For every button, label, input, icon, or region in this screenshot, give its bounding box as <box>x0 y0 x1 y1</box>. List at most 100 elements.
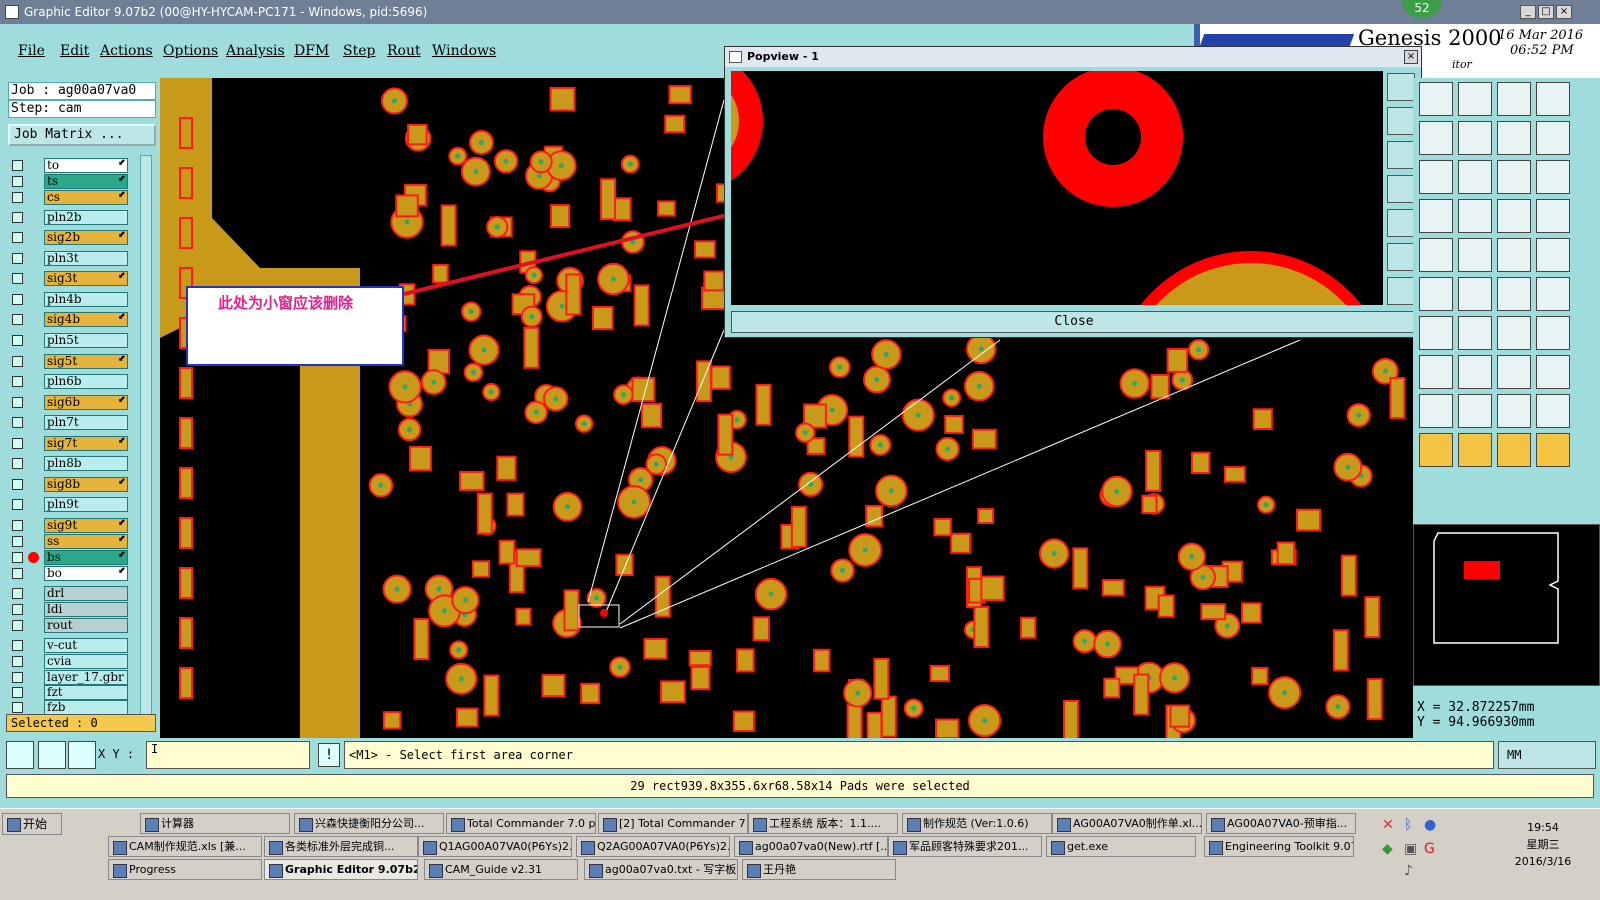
layer-name[interactable]: pln4b <box>44 292 128 307</box>
layer-affected-icon[interactable]: ⬋ <box>118 158 128 168</box>
layer-row-sig9t[interactable]: sig9t ⬋ <box>10 518 130 533</box>
layer-row-rout[interactable]: rout <box>10 618 130 633</box>
tool-split-icon[interactable] <box>1536 316 1570 350</box>
taskbar-item[interactable]: [2] Total Commander 7.... <box>598 813 748 834</box>
tool-cross-icon[interactable] <box>1458 277 1492 311</box>
layer-name[interactable]: ldi <box>44 602 128 617</box>
bluetooth-icon[interactable]: ᛒ <box>1404 817 1412 833</box>
tray-x-icon[interactable]: ✕ <box>1382 817 1394 833</box>
taskbar-item[interactable]: 计算器 <box>140 813 290 834</box>
layer-checkbox[interactable] <box>12 397 23 408</box>
taskbar-item[interactable]: Graphic Editor 9.07b2 ... <box>264 859 418 880</box>
layer-name[interactable]: pln5t <box>44 333 128 348</box>
layer-affected-icon[interactable]: ⬋ <box>118 174 128 184</box>
layer-checkbox[interactable] <box>12 212 23 223</box>
tool-chamfer-icon[interactable] <box>1536 394 1570 428</box>
minimize-icon[interactable]: _ <box>1520 5 1536 19</box>
layer-name[interactable]: sig6b <box>44 395 128 410</box>
taskbar-item[interactable]: Engineering Toolkit 9.07... <box>1204 836 1354 857</box>
taskbar-item[interactable]: CAM_Guide v2.31 <box>424 859 578 880</box>
layer-row-sig5t[interactable]: sig5t ⬋ <box>10 354 130 369</box>
layer-affected-icon[interactable]: ⬋ <box>118 534 128 544</box>
popview-expand-icon[interactable] <box>1387 243 1415 271</box>
taskbar-item[interactable]: Q2AG00A07VA0(P6Ys)2... <box>576 836 730 857</box>
layer-row-bs[interactable]: bs ⬋ <box>10 550 130 565</box>
layer-row-sig2b[interactable]: sig2b ⬋ <box>10 230 130 245</box>
layer-checkbox[interactable] <box>12 356 23 367</box>
layer-checkbox[interactable] <box>12 458 23 469</box>
layer-checkbox[interactable] <box>12 253 23 264</box>
layer-checkbox[interactable] <box>12 687 23 698</box>
taskbar-item[interactable]: Total Commander 7.0 p... <box>446 813 596 834</box>
layer-name[interactable]: pln2b <box>44 210 128 225</box>
minimap[interactable] <box>1413 524 1600 686</box>
tool-node-icon[interactable] <box>1536 277 1570 311</box>
measure-icon[interactable] <box>38 741 66 769</box>
volume-icon[interactable]: ♪ <box>1404 863 1413 879</box>
layer-affected-icon[interactable]: ⬋ <box>118 395 128 405</box>
layer-checkbox[interactable] <box>12 417 23 428</box>
layer-name[interactable]: cvia <box>44 654 128 669</box>
job-matrix-button[interactable]: Job Matrix ... <box>8 124 156 146</box>
tool-move-icon[interactable] <box>1458 160 1492 194</box>
layer-name[interactable]: sig3t <box>44 271 128 286</box>
tool-arc-icon[interactable] <box>1458 316 1492 350</box>
taskbar-item[interactable]: 军品顾客特殊要求201... <box>888 836 1042 857</box>
layer-row-ldi[interactable]: ldi <box>10 602 130 617</box>
layer-row-fzt[interactable]: fzt <box>10 685 130 700</box>
layer-checkbox[interactable] <box>12 232 23 243</box>
layer-row-sig8b[interactable]: sig8b ⬋ <box>10 477 130 492</box>
taskbar-item[interactable]: 兴森快捷衡阳分公司... <box>294 813 444 834</box>
layer-affected-icon[interactable]: ⬋ <box>118 436 128 446</box>
tool-open-icon[interactable] <box>1419 82 1453 116</box>
tool-pointer-add-icon[interactable] <box>1458 433 1492 467</box>
tool-layout-icon[interactable] <box>1536 121 1570 155</box>
layer-name[interactable]: drl <box>44 586 128 601</box>
layer-row-cvia[interactable]: cvia <box>10 654 130 669</box>
layer-name[interactable]: sig2b <box>44 230 128 245</box>
layer-name[interactable]: fzt <box>44 685 128 700</box>
menu-rout[interactable]: Rout <box>387 43 421 59</box>
tool-pointer-sub-icon[interactable] <box>1497 433 1531 467</box>
layer-name[interactable]: pln8b <box>44 456 128 471</box>
tool-link-icon[interactable] <box>1419 277 1453 311</box>
menu-actions[interactable]: Actions <box>100 43 153 59</box>
layer-checkbox[interactable] <box>12 438 23 449</box>
popview-fit-icon[interactable] <box>1387 175 1415 203</box>
layer-checkbox[interactable] <box>12 552 23 563</box>
layer-row-sig6b[interactable]: sig6b ⬋ <box>10 395 130 410</box>
layer-affected-icon[interactable]: ⬋ <box>118 190 128 200</box>
layer-row-layer_17.gbr[interactable]: layer_17.gbr <box>10 670 130 685</box>
layer-checkbox[interactable] <box>12 702 23 713</box>
layer-checkbox[interactable] <box>12 656 23 667</box>
taskbar-item[interactable]: get.exe <box>1046 836 1196 857</box>
layer-row-bo[interactable]: bo ⬋ <box>10 566 130 581</box>
tool-window-icon[interactable] <box>1536 82 1570 116</box>
start-button[interactable]: 开始 <box>2 813 62 835</box>
tool-home-icon[interactable] <box>1497 82 1531 116</box>
popview-canvas[interactable] <box>731 71 1383 305</box>
layer-name[interactable]: pln9t <box>44 497 128 512</box>
tool-network-icon[interactable] <box>1536 199 1570 233</box>
popview-pan-icon[interactable] <box>1387 141 1415 169</box>
layer-name[interactable]: sig7t <box>44 436 128 451</box>
popview-zoom-out-icon[interactable] <box>1387 107 1415 135</box>
layer-name[interactable]: ss <box>44 534 128 549</box>
layer-row-pln3t[interactable]: pln3t <box>10 251 130 266</box>
layer-checkbox[interactable] <box>12 176 23 187</box>
taskbar-item[interactable]: ag00a07va0.txt - 写字板 <box>584 859 738 880</box>
layer-affected-icon[interactable]: ⬋ <box>118 312 128 322</box>
taskbar-item[interactable]: 各类标准外层完成铜... <box>264 836 418 857</box>
layer-checkbox[interactable] <box>12 314 23 325</box>
layer-name[interactable]: cs <box>44 190 128 205</box>
tool-drill-icon[interactable] <box>1458 238 1492 272</box>
select-mode-icon[interactable] <box>6 741 34 769</box>
tool-angle-icon[interactable] <box>1419 394 1453 428</box>
menu-options[interactable]: Options <box>163 43 218 59</box>
layer-checkbox[interactable] <box>12 376 23 387</box>
tool-text-icon[interactable] <box>1497 394 1531 428</box>
layer-row-fzb[interactable]: fzb <box>10 700 130 715</box>
layer-row-pln9t[interactable]: pln9t <box>10 497 130 512</box>
info-button[interactable]: ! <box>318 743 340 767</box>
layer-name[interactable]: to <box>44 158 128 173</box>
